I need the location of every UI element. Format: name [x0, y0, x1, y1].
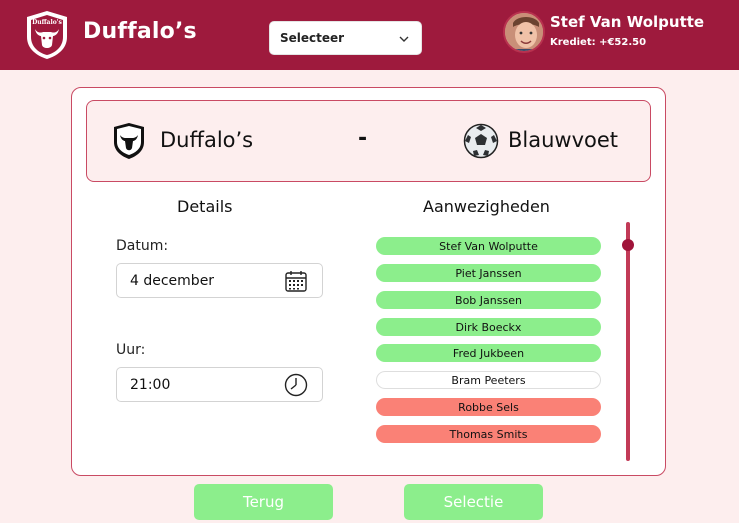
soccer-ball-icon — [463, 123, 499, 159]
date-field[interactable]: 4 december — [116, 263, 323, 298]
attendance-item[interactable]: Stef Van Wolputte — [376, 237, 601, 255]
team-select-value: Selecteer — [280, 31, 345, 45]
attendance-item[interactable]: Bob Janssen — [376, 291, 601, 309]
user-name: Stef Van Wolputte — [550, 13, 705, 31]
home-team-name: Duffalo’s — [160, 128, 254, 152]
away-team-name: Blauwvoet — [508, 128, 619, 152]
time-value: 21:00 — [130, 376, 171, 393]
brand-name: Duffalo’s — [83, 19, 197, 44]
attendance-item[interactable]: Robbe Sels — [376, 398, 601, 416]
details-title: Details — [177, 197, 233, 216]
user-credit: Krediet: +€52.50 — [550, 37, 647, 48]
attendance-item[interactable]: Piet Janssen — [376, 264, 601, 282]
attendance-item[interactable]: Thomas Smits — [376, 425, 601, 443]
selection-button[interactable]: Selectie — [404, 484, 543, 520]
attendance-item[interactable]: Bram Peeters — [376, 371, 601, 389]
time-field[interactable]: 21:00 — [116, 367, 323, 402]
calendar-icon[interactable] — [284, 269, 308, 293]
duffalos-logo-icon[interactable]: Duffalo's — [23, 9, 71, 61]
logo-text: Duffalo's — [32, 19, 62, 26]
date-value: 4 december — [130, 272, 215, 289]
team-select[interactable]: Selecteer — [269, 21, 422, 55]
chevron-down-icon — [399, 36, 409, 42]
attendance-item[interactable]: Fred Jukbeen — [376, 344, 601, 362]
match-separator: - — [358, 126, 368, 151]
avatar[interactable] — [503, 11, 545, 53]
clock-icon[interactable] — [284, 373, 308, 397]
scrollbar-track[interactable] — [626, 222, 630, 461]
back-button[interactable]: Terug — [194, 484, 333, 520]
scrollbar-thumb[interactable] — [622, 239, 634, 251]
attendance-item[interactable]: Dirk Boeckx — [376, 318, 601, 336]
attendance-title: Aanwezigheden — [423, 197, 550, 216]
date-label: Datum: — [116, 238, 169, 254]
home-team-logo-icon — [114, 123, 144, 159]
time-label: Uur: — [116, 342, 146, 358]
